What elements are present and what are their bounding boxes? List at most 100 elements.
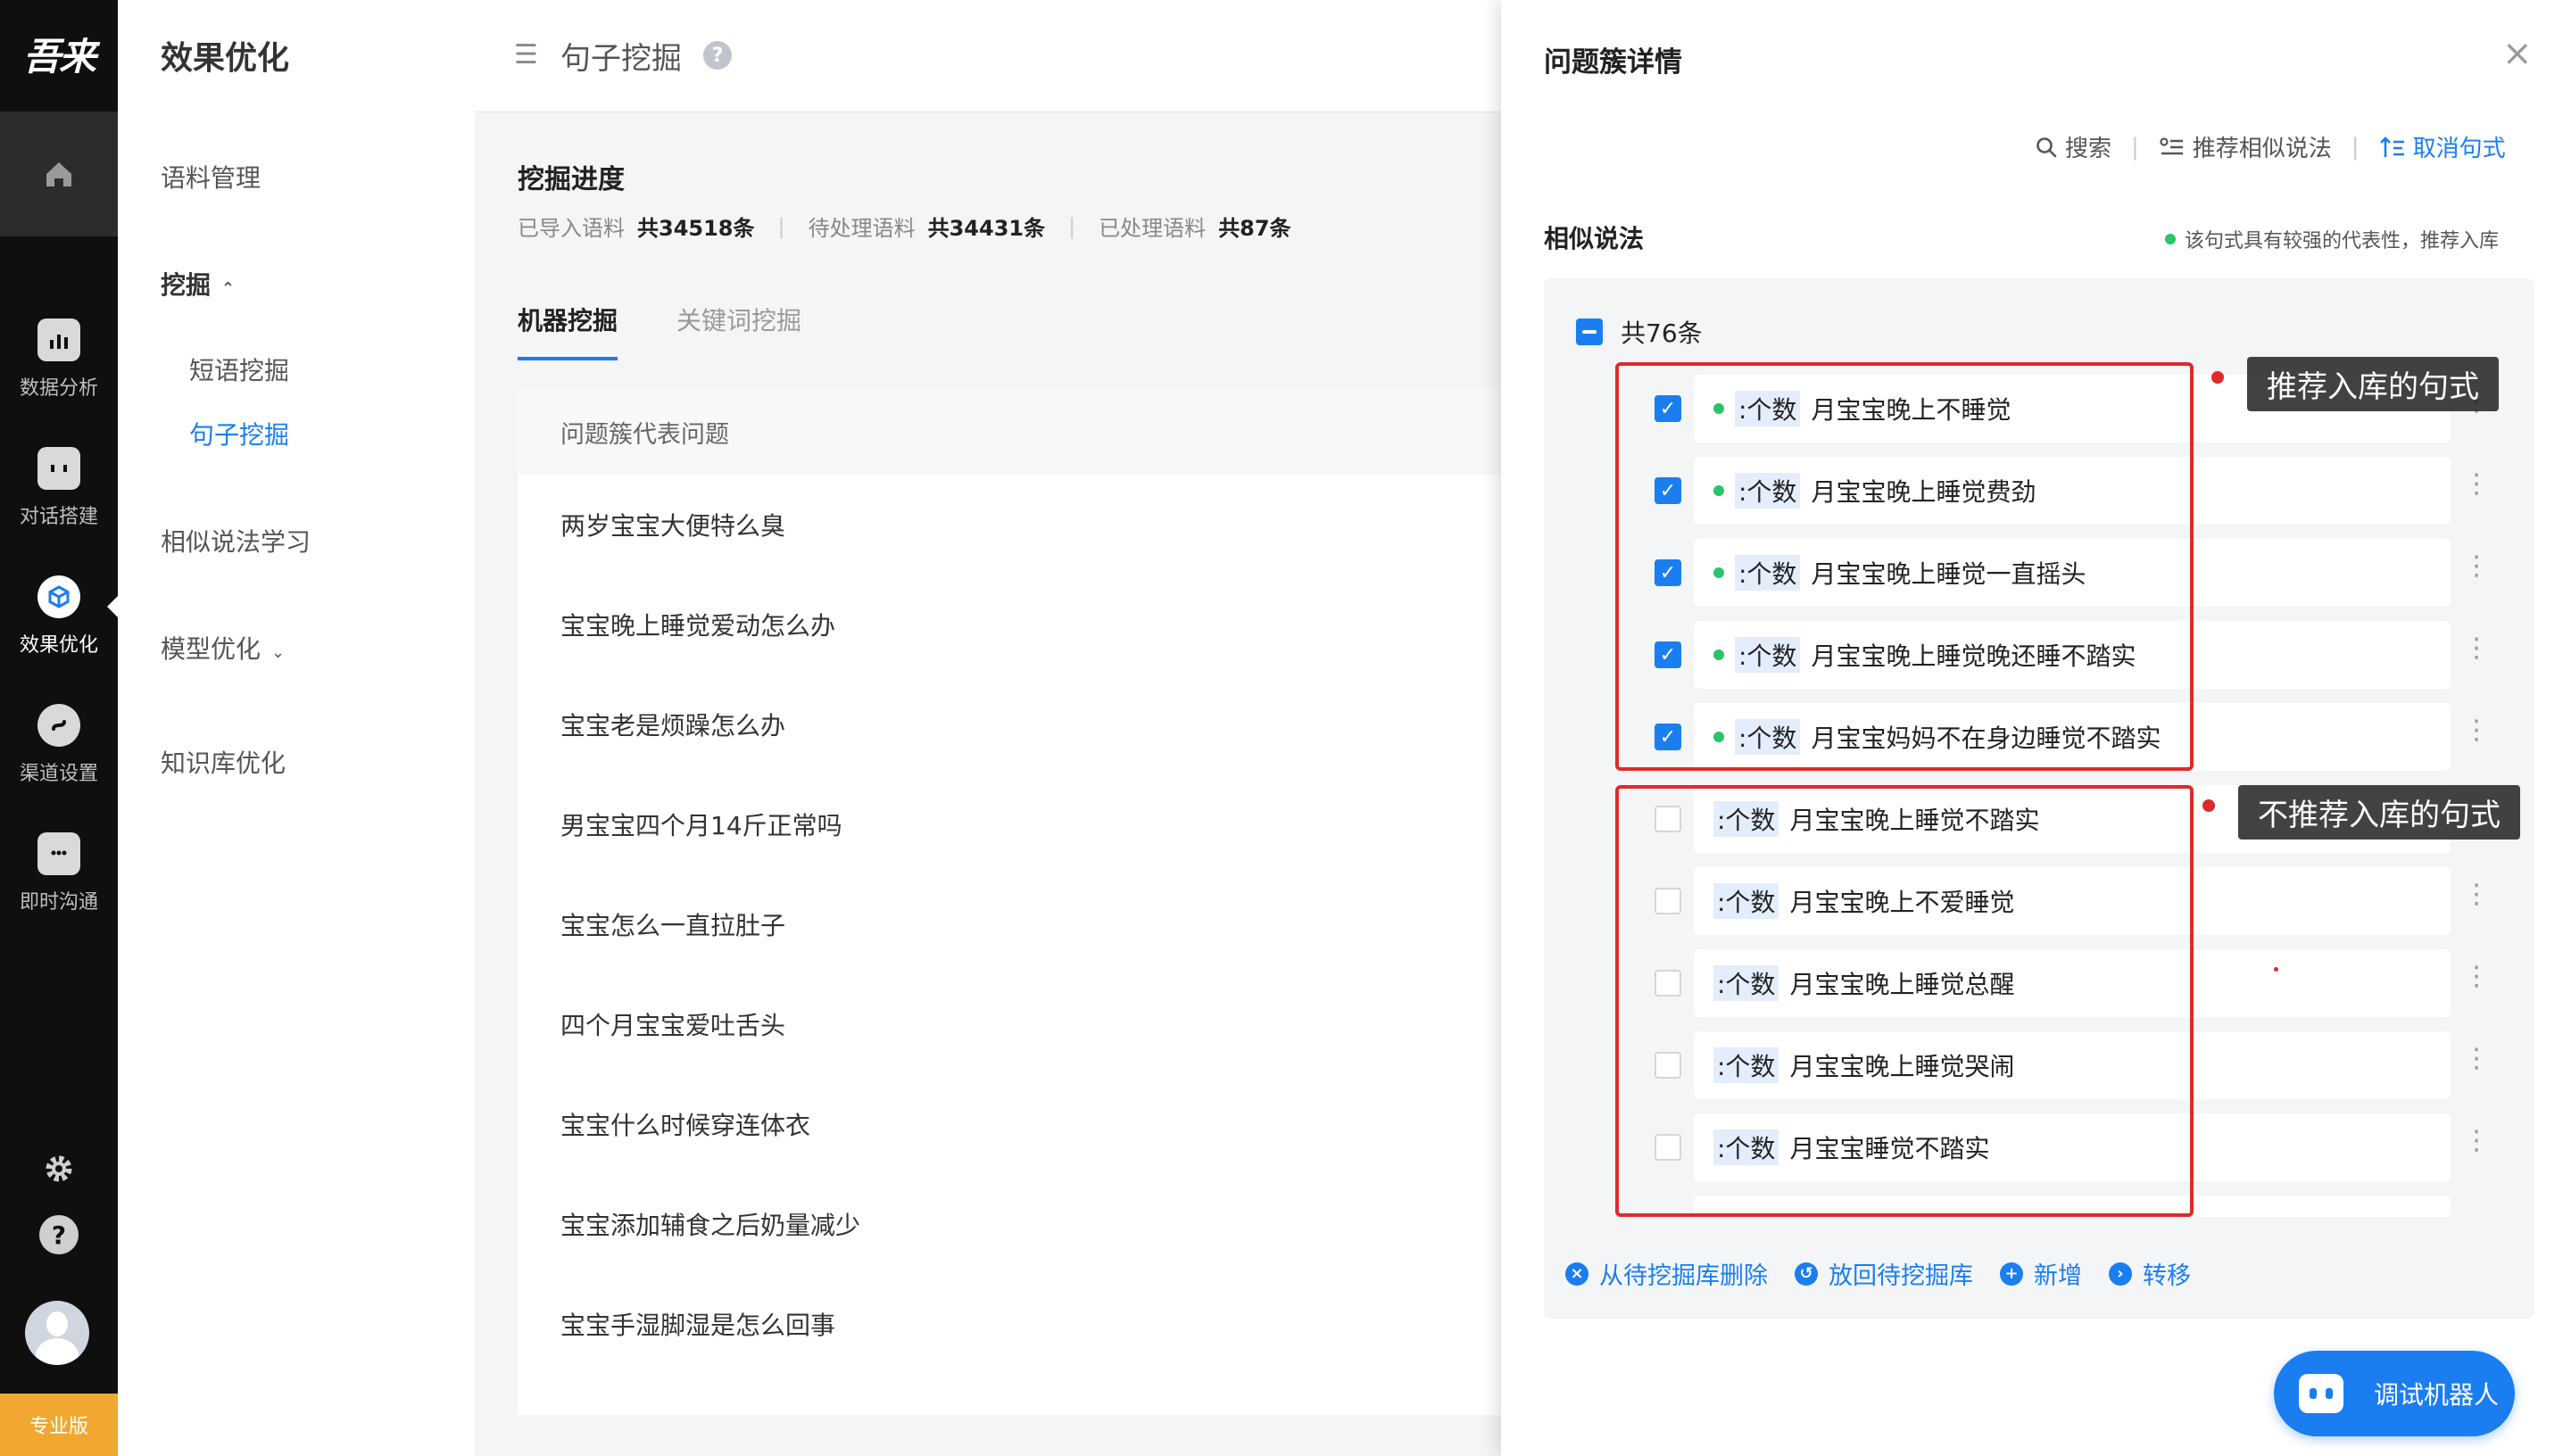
robot-button-label: 调试机器人 [2374, 1380, 2500, 1410]
table-row[interactable]: 宝宝手湿脚湿是怎么回事 [518, 1274, 1501, 1374]
table-row[interactable]: 宝宝老是烦躁怎么办 [518, 674, 1501, 774]
annotation-dot [2211, 371, 2224, 384]
menu-icon[interactable]: ☰ [514, 39, 538, 70]
recommended-highlight [1615, 362, 2194, 771]
more-icon[interactable]: ⋮ [2463, 471, 2490, 498]
search-button[interactable]: 搜索 [2035, 130, 2111, 163]
close-icon[interactable]: × [2502, 36, 2533, 71]
progress-title: 挖掘进度 [518, 164, 625, 195]
green-dot-icon [2165, 234, 2176, 244]
pending-label: 待处理语料 [808, 216, 916, 241]
logo: 吾来 [22, 34, 96, 79]
tab-keyword-mining[interactable]: 关键词挖掘 [676, 302, 801, 360]
main-content: ☰ 句子挖掘 ? 挖掘进度 已导入语料 共34518条 | 待处理语料 共344… [475, 0, 1501, 1456]
divider: | [2351, 133, 2360, 161]
search-icon [2036, 136, 2057, 157]
rail-item-effect-opt[interactable]: 效果优化 [0, 558, 118, 674]
more-icon[interactable]: ⋮ [2463, 964, 2490, 990]
home-button[interactable] [0, 112, 118, 236]
nav-kb-opt[interactable]: 知识库优化 [161, 744, 286, 780]
rail-item-dialog-build[interactable]: 对话搭建 [0, 430, 118, 546]
processed-value: 共87条 [1218, 216, 1291, 241]
select-all-checkbox[interactable] [1576, 318, 1603, 345]
transfer-button[interactable]: › 转移 [2109, 1256, 2191, 1291]
delete-from-pool-button[interactable]: × 从待挖掘库删除 [1565, 1256, 1768, 1291]
page-header: ☰ 句子挖掘 ? [475, 0, 1501, 112]
total-count: 共76条 [1621, 318, 1703, 348]
action-label: 转移 [2143, 1262, 2191, 1290]
annotation-not-recommended: 不推荐入库的句式 [2238, 785, 2520, 840]
table-row[interactable]: 宝宝什么时候穿连体衣 [518, 1074, 1501, 1174]
select-all-row[interactable]: 共76条 [1576, 314, 1703, 350]
nav-model-opt-label: 模型优化 [161, 634, 261, 664]
list-icon [2160, 136, 2183, 154]
avatar[interactable] [25, 1301, 89, 1365]
nav-similar-learning[interactable]: 相似说法学习 [161, 523, 311, 558]
rail-item-chat[interactable]: 即时沟通 [0, 815, 118, 931]
rail-label: 即时沟通 [19, 891, 98, 914]
cancel-label: 取消句式 [2412, 136, 2506, 162]
recommend-label: 推荐相似说法 [2192, 136, 2332, 162]
return-to-pool-button[interactable]: ↺ 放回待挖掘库 [1795, 1256, 1973, 1291]
bar-chart-icon [37, 318, 80, 361]
table-row[interactable]: 男宝宝四个月14斤正常吗 [518, 774, 1501, 874]
drawer-toolbar: 搜索 | 推荐相似说法 | 取消句式 [2035, 130, 2506, 163]
close-circle-icon: × [1565, 1262, 1588, 1286]
home-icon [46, 162, 71, 186]
table-row[interactable]: 两岁宝宝大便特么臭 [518, 475, 1501, 575]
more-icon[interactable]: ⋮ [2463, 1128, 2490, 1154]
add-button[interactable]: + 新增 [2000, 1256, 2082, 1291]
rail-item-data-analysis[interactable]: 数据分析 [0, 302, 118, 418]
mining-tabs: 机器挖掘 关键词挖掘 [518, 302, 860, 360]
table-row[interactable]: 宝宝添加辅食之后奶量减少 [518, 1174, 1501, 1274]
active-pointer [107, 596, 118, 617]
recommend-hint: 该句式具有较强的代表性，推荐入库 [2165, 225, 2499, 253]
sort-icon [2379, 136, 2404, 157]
nav-sentence-mining[interactable]: 句子挖掘 [189, 416, 289, 451]
rail-label: 数据分析 [19, 377, 98, 400]
progress-stats: 已导入语料 共34518条 | 待处理语料 共34431条 | 已处理语料 共8… [518, 211, 1291, 242]
recommend-similar-button[interactable]: 推荐相似说法 [2159, 130, 2332, 163]
more-icon[interactable]: ⋮ [2463, 717, 2490, 744]
divider: | [2131, 133, 2139, 161]
table-row[interactable]: 四个月宝宝爱吐舌头 [518, 974, 1501, 1074]
table-row[interactable]: 宝宝晚上睡觉爱动怎么办 [518, 575, 1501, 674]
more-icon[interactable]: ⋮ [2463, 635, 2490, 662]
nav-mining[interactable]: 挖掘 ⌃ [161, 266, 235, 302]
rail-item-channel[interactable]: 渠道设置 [0, 687, 118, 803]
tab-machine-mining[interactable]: 机器挖掘 [518, 302, 618, 360]
nav-corpus[interactable]: 语料管理 [161, 159, 261, 194]
page-title: 句子挖掘 [560, 41, 682, 77]
drawer-title: 问题簇详情 [1544, 46, 1682, 79]
not-recommended-highlight [1615, 785, 2194, 1217]
pending-value: 共34431条 [927, 216, 1046, 241]
more-icon[interactable]: ⋮ [2463, 881, 2490, 908]
rail-label: 对话搭建 [19, 506, 98, 528]
question-icon[interactable]: ? [39, 1215, 79, 1254]
divider: | [1068, 213, 1076, 239]
table-row[interactable]: 宝宝怎么一直拉肚子 [518, 874, 1501, 974]
annotation-recommended: 推荐入库的句式 [2247, 357, 2499, 411]
annotation-dot [2202, 799, 2215, 812]
cube-icon [37, 575, 80, 618]
hint-text: 该句式具有较强的代表性，推荐入库 [2185, 230, 2500, 252]
action-label: 从待挖掘库删除 [1599, 1262, 1768, 1290]
cancel-pattern-button[interactable]: 取消句式 [2379, 130, 2506, 163]
nav-phrase-mining[interactable]: 短语挖掘 [189, 352, 289, 387]
processed-label: 已处理语料 [1099, 216, 1207, 241]
help-icon[interactable]: ? [703, 41, 732, 70]
cluster-detail-drawer: 问题簇详情 × 搜索 | 推荐相似说法 | 取消句式 相似说法 该句式具有较强的… [1501, 0, 2563, 1456]
debug-robot-button[interactable]: 调试机器人 [2274, 1351, 2515, 1436]
imported-label: 已导入语料 [518, 216, 625, 241]
rail-label: 渠道设置 [19, 763, 98, 785]
gear-icon[interactable] [39, 1149, 79, 1188]
nav-model-opt[interactable]: 模型优化 ⌄ [161, 630, 285, 666]
left-rail: 吾来 数据分析 对话搭建 效果优化 渠道设置 即时沟通 ? 专业版 [0, 0, 118, 1456]
divider: | [777, 213, 785, 239]
secondary-nav: 效果优化 语料管理 挖掘 ⌃ 短语挖掘 句子挖掘 相似说法学习 模型优化 ⌄ 知识库… [118, 0, 475, 1456]
table-header: 问题簇代表问题 [518, 389, 1501, 475]
more-icon[interactable]: ⋮ [2463, 1046, 2490, 1072]
more-icon[interactable]: ⋮ [2463, 553, 2490, 580]
similar-title: 相似说法 [1544, 224, 1645, 253]
cluster-table: 问题簇代表问题 两岁宝宝大便特么臭 宝宝晚上睡觉爱动怎么办 宝宝老是烦躁怎么办 … [518, 389, 1501, 1415]
